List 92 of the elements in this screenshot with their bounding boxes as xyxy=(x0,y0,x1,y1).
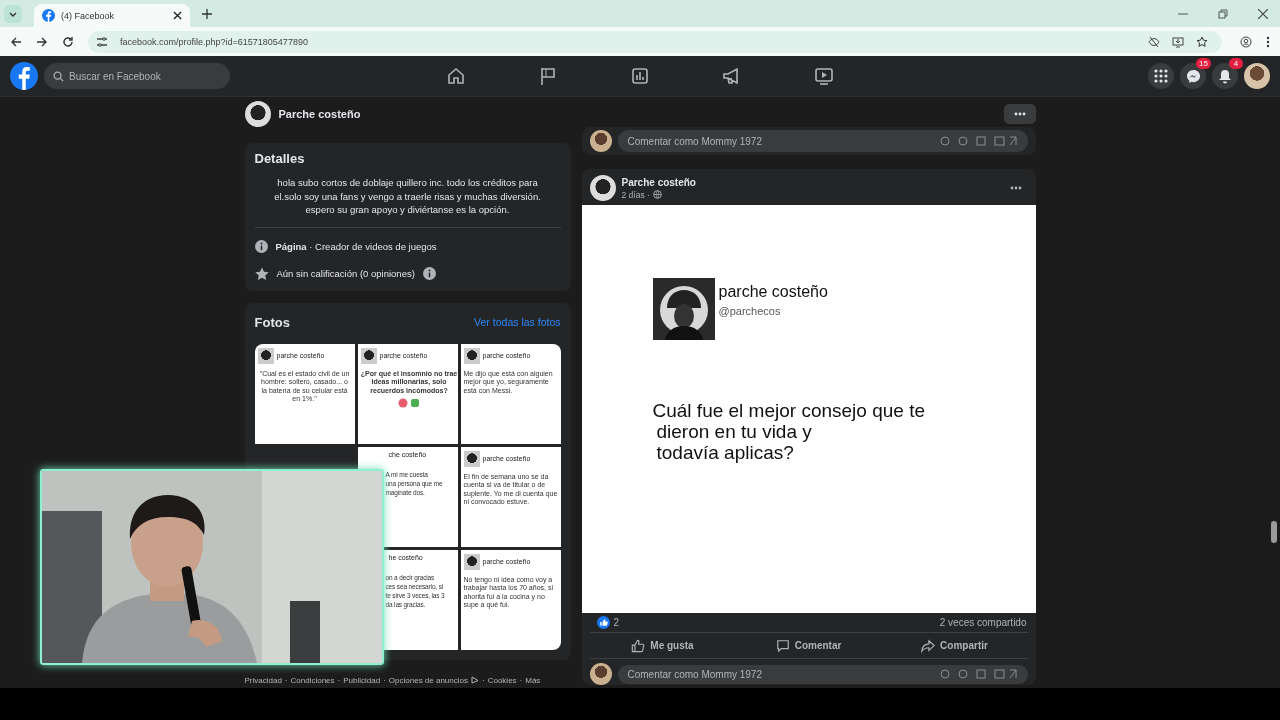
account-avatar[interactable] xyxy=(1244,63,1270,89)
facebook-logo-icon xyxy=(42,9,55,22)
star-icon[interactable] xyxy=(1196,35,1208,48)
home-icon xyxy=(446,66,466,86)
emoji-icon xyxy=(398,398,420,408)
user-avatar xyxy=(589,130,612,152)
separator-dot: · xyxy=(519,675,523,685)
info-icon[interactable] xyxy=(422,267,436,280)
post-time: 2 días · xyxy=(621,189,650,200)
tab-list-button[interactable] xyxy=(4,4,22,23)
page-avatar xyxy=(244,101,271,127)
install-icon[interactable] xyxy=(1172,35,1184,48)
globe-icon xyxy=(652,190,662,199)
notification-badge: 15 xyxy=(1196,58,1211,69)
new-tab-icon[interactable] xyxy=(202,8,212,19)
image-account-handle: @parchecos xyxy=(718,305,782,317)
card-title: Fotos xyxy=(254,314,290,330)
more-icon xyxy=(1013,112,1026,116)
scrollbar-thumb[interactable] xyxy=(1271,521,1277,543)
share-button[interactable]: Compartir xyxy=(881,637,1028,654)
footer-link[interactable]: Publicidad xyxy=(343,675,381,685)
category-text: Página · Creador de videos de juegos xyxy=(275,240,437,252)
tweet-avatar xyxy=(360,347,377,364)
footer-link[interactable]: Cookies xyxy=(487,675,517,685)
reload-icon[interactable] xyxy=(62,35,74,48)
flag-icon xyxy=(538,66,558,86)
speech-bubble-icon xyxy=(775,638,790,653)
page-avatar xyxy=(589,175,616,201)
user-avatar xyxy=(589,663,612,685)
forward-icon[interactable] xyxy=(36,35,48,48)
footer-link[interactable]: Condiciones xyxy=(290,675,335,685)
post-image[interactable]: parche costeño @parchecos Cuál fue el mejor consejo que te dieron en tu vida y todavía aplicas? xyxy=(581,205,1036,613)
see-all-photos-link[interactable]: Ver todas las fotos xyxy=(474,316,561,328)
star-icon xyxy=(254,266,269,281)
comment-tools-icon xyxy=(939,136,1018,146)
chart-icon xyxy=(630,66,650,86)
page-name: Parche costeño xyxy=(278,108,361,120)
facebook-logo-icon[interactable] xyxy=(10,62,38,90)
tweet-avatar xyxy=(463,450,480,467)
eye-slash-icon[interactable] xyxy=(1148,35,1160,48)
rating-text: Aún sin calificación (0 opiniones) xyxy=(276,268,415,279)
browser-tab[interactable]: (4) Facebook xyxy=(34,4,190,27)
video-icon xyxy=(814,66,834,86)
comment-field[interactable]: Comentar como Mommy 1972 xyxy=(617,130,1028,152)
back-icon[interactable] xyxy=(10,35,22,48)
footer-link[interactable]: Más xyxy=(525,675,541,685)
avatar-silhouette-icon xyxy=(652,278,715,340)
card-title: Detalles xyxy=(254,151,306,166)
image-question-text: Cuál fue el mejor consejo que te xyxy=(652,400,926,421)
comment-tools-icon xyxy=(939,669,1018,679)
post-author[interactable]: Parche costeño xyxy=(621,176,696,188)
search-icon xyxy=(53,71,64,82)
restore-icon[interactable] xyxy=(1218,8,1228,19)
bell-icon xyxy=(1218,68,1232,84)
menu-icon[interactable] xyxy=(1266,35,1270,48)
more-button[interactable] xyxy=(1003,104,1036,124)
notification-badge: 4 xyxy=(1229,58,1243,69)
separator-dot: · xyxy=(383,675,386,685)
separator-dot: · xyxy=(284,675,288,685)
info-icon xyxy=(254,239,268,253)
tweet-avatar xyxy=(463,553,480,570)
like-reaction-icon xyxy=(596,616,610,629)
tweet-avatar xyxy=(463,347,480,364)
close-window-icon[interactable] xyxy=(1258,8,1268,19)
image-question-text: todavía aplicas? xyxy=(655,442,795,463)
footer-link[interactable]: Privacidad xyxy=(244,675,282,685)
reaction-count[interactable]: 2 xyxy=(613,617,620,628)
like-button[interactable]: Me gusta xyxy=(589,637,736,654)
image-account-name: parche costeño xyxy=(718,283,828,301)
ad-choices-icon xyxy=(471,676,479,684)
profile-icon[interactable] xyxy=(1240,35,1252,48)
notifications-button[interactable] xyxy=(1212,63,1238,89)
grid-icon xyxy=(1154,69,1168,83)
footer-link[interactable]: Opciones de anuncios xyxy=(388,675,468,685)
share-arrow-icon xyxy=(921,638,936,653)
search-field[interactable]: Buscar en Facebook xyxy=(44,63,230,89)
thumbs-up-icon xyxy=(631,638,646,653)
menu-button[interactable] xyxy=(1148,63,1174,89)
image-question-text: dieron en tu vida y xyxy=(655,421,813,442)
separator-dot: · xyxy=(337,675,341,685)
address-bar[interactable]: facebook.com/profile.php?id=61571805477890 xyxy=(88,30,1222,53)
bio-text: hola subo cortos de doblaje quillero inc. todo los créditos para el.solo soy una fans y vengo a traerle risas y muchas diversión. espero su gran apoyo y diviértanse es la opción. xyxy=(273,176,542,217)
comment-field[interactable]: Comentar como Mommy 1972 xyxy=(617,664,1028,684)
tweet-avatar xyxy=(257,347,274,364)
comment-button[interactable]: Comentar xyxy=(735,637,882,654)
share-count[interactable]: 2 veces compartido xyxy=(939,617,1027,628)
more-icon[interactable] xyxy=(1009,186,1022,190)
messenger-icon xyxy=(1185,68,1201,84)
messenger-button[interactable] xyxy=(1180,63,1206,89)
site-settings-icon xyxy=(96,35,108,48)
separator-dot: · xyxy=(482,675,485,685)
close-icon[interactable] xyxy=(173,11,182,20)
